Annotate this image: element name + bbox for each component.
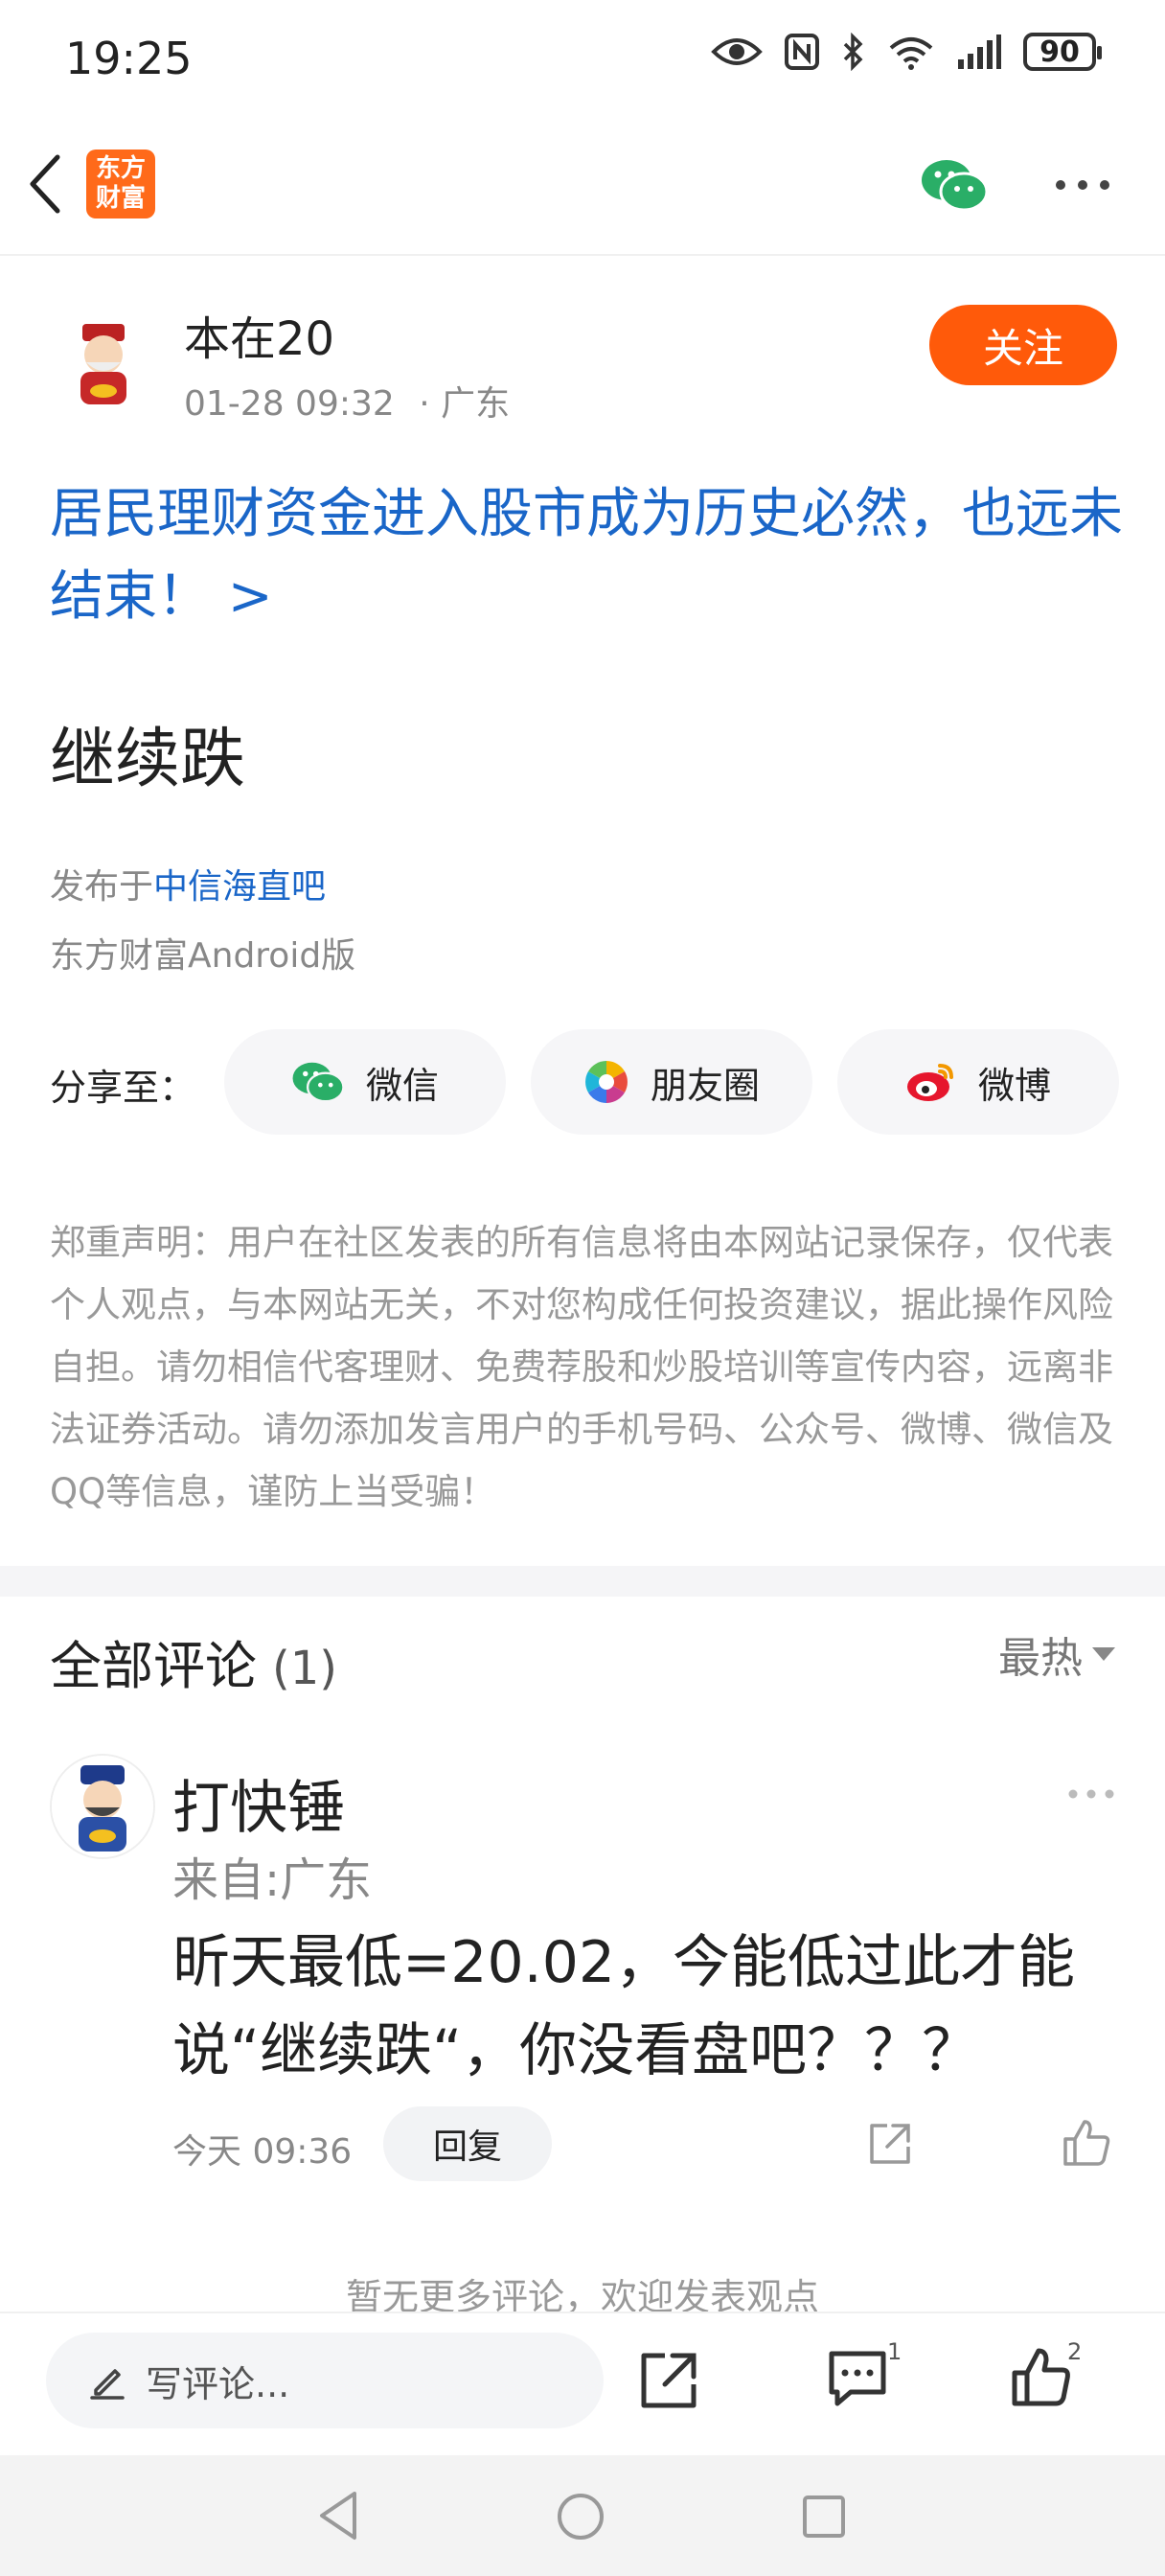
eye-icon	[711, 38, 763, 65]
commenter-name[interactable]: 打快锤	[172, 1761, 345, 1845]
nfc-icon	[785, 34, 819, 70]
app-logo: 东方财富	[86, 150, 155, 218]
nav-recents-icon[interactable]	[801, 2494, 847, 2540]
share-moments-label: 朋友圈	[650, 1064, 760, 1107]
moments-icon	[584, 1061, 628, 1103]
status-time: 19:25	[65, 33, 193, 84]
bluetooth-icon	[843, 33, 863, 71]
share-moments-button[interactable]: 朋友圈	[531, 1029, 812, 1135]
comment-share-icon[interactable]	[866, 2120, 914, 2168]
more-icon[interactable]	[1054, 178, 1111, 192]
comment-count-badge: 1	[887, 2338, 902, 2365]
follow-button[interactable]: 关注	[929, 305, 1117, 385]
published-prefix: 发布于	[50, 867, 154, 907]
pencil-icon	[90, 2369, 125, 2400]
comments-header: 全部评论 (1)	[50, 1623, 337, 1699]
like-button[interactable]	[1010, 2346, 1073, 2413]
comment-like-icon[interactable]	[1062, 2118, 1111, 2168]
author-avatar[interactable]	[57, 316, 149, 408]
author-name[interactable]: 本在20	[184, 301, 334, 368]
back-icon[interactable]	[27, 153, 65, 215]
comments-title: 全部评论	[50, 1636, 257, 1696]
status-icons: 90	[711, 33, 1102, 71]
comment-count-button[interactable]	[826, 2346, 889, 2413]
nav-home-icon[interactable]	[556, 2492, 605, 2542]
wifi-icon	[889, 37, 933, 70]
write-comment-input[interactable]: 写评论...	[46, 2333, 604, 2428]
caret-down-icon	[1092, 1647, 1115, 1661]
share-wechat-button[interactable]: 微信	[224, 1029, 506, 1135]
signal-icon	[958, 34, 1001, 69]
battery-indicator: 90	[1023, 33, 1102, 71]
comment-icon	[829, 2351, 886, 2406]
comments-count: (1)	[272, 1642, 337, 1695]
commenter-avatar[interactable]	[50, 1754, 155, 1859]
post-meta: 01-28 09:32 · 广东	[184, 376, 510, 426]
nav-back-icon[interactable]	[316, 2490, 360, 2542]
sort-label: 最热	[998, 1634, 1083, 1683]
like-count-badge: 2	[1067, 2338, 1083, 2365]
share-label: 分享至：	[50, 1067, 196, 1109]
post-body: 继续跌	[50, 722, 246, 797]
client-info: 东方财富Android版	[50, 936, 356, 976]
bar-link[interactable]: 中信海直吧	[153, 867, 326, 907]
commenter-location: 来自:广东	[172, 1853, 373, 1907]
comment-more-icon[interactable]	[1067, 1788, 1115, 1800]
comment-time: 今天 09:36	[172, 2132, 353, 2172]
share-weibo-label: 微博	[977, 1064, 1051, 1107]
post-location: · 广东	[419, 384, 511, 424]
wechat-icon	[292, 1062, 345, 1103]
reply-button[interactable]: 回复	[383, 2106, 552, 2181]
share-wechat-label: 微信	[365, 1064, 439, 1107]
wechat-share-icon[interactable]	[920, 157, 989, 213]
write-comment-placeholder: 写评论...	[146, 2362, 290, 2405]
header-divider	[0, 254, 1165, 256]
published-in: 发布于中信海直吧	[50, 859, 326, 908]
section-divider	[0, 1566, 1165, 1597]
sort-dropdown[interactable]: 最热	[998, 1623, 1115, 1685]
app-logo-text: 东方财富	[95, 154, 146, 213]
thumbs-up-icon	[1012, 2348, 1070, 2406]
weibo-icon	[906, 1064, 953, 1101]
disclaimer: 郑重声明：用户在社区发表的所有信息将由本网站记录保存，仅代表个人观点，与本网站无…	[50, 1222, 1113, 1512]
share-icon[interactable]	[638, 2350, 699, 2411]
comment-text: 昕天最低=20.02，今能低过此才能说“继续跌“，你没看盘吧？？？	[172, 1929, 1076, 2084]
post-date: 01-28 09:32	[184, 384, 395, 424]
post-link-title[interactable]: 居民理财资金进入股市成为历史必然，也远未结束！ >	[50, 473, 1123, 638]
share-weibo-button[interactable]: 微博	[837, 1029, 1119, 1135]
